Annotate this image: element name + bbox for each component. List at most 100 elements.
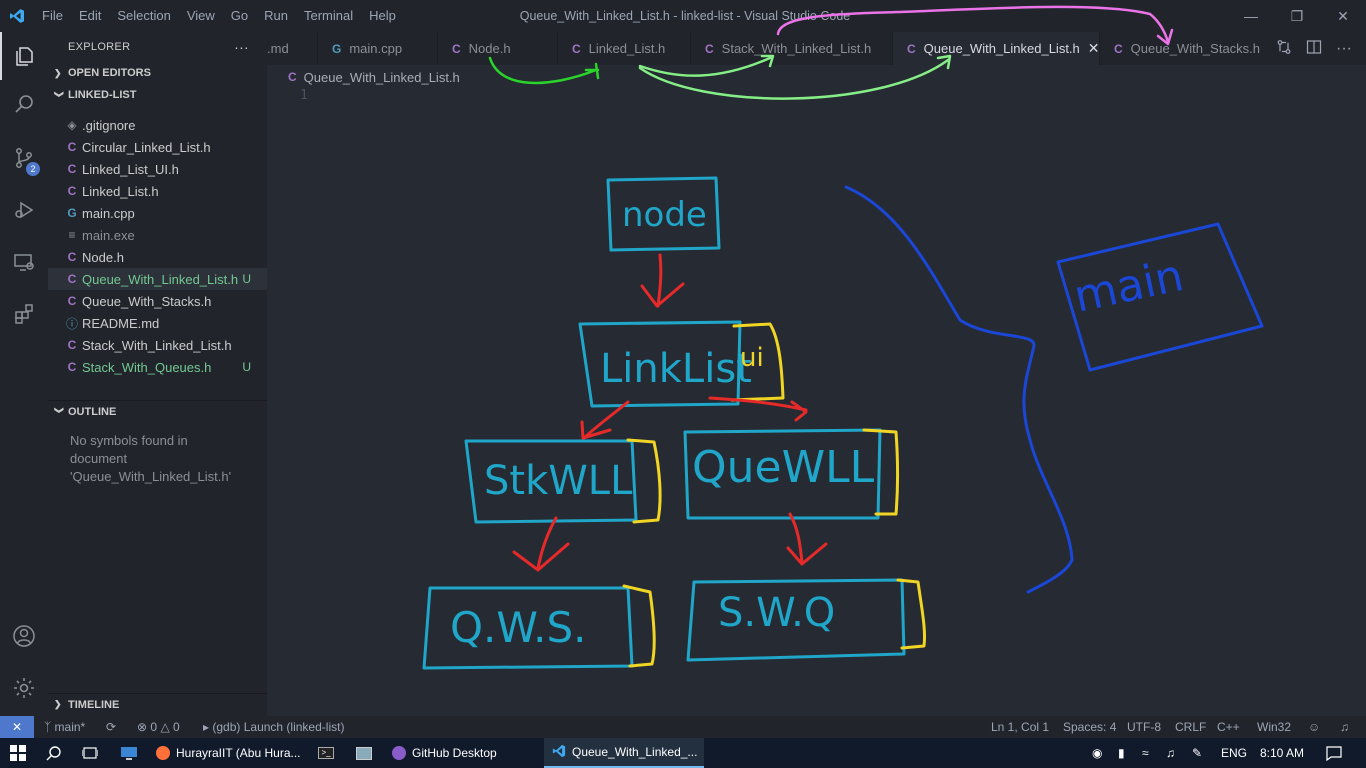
pen-tray-icon[interactable]: ✎ xyxy=(1192,738,1202,768)
search-icon[interactable] xyxy=(0,80,48,128)
file-name: main.cpp xyxy=(82,205,135,221)
timeline-label: TIMELINE xyxy=(68,698,120,711)
menu-selection[interactable]: Selection xyxy=(109,0,178,32)
photos-app-icon[interactable] xyxy=(356,738,372,768)
taskbar-github-desktop[interactable]: GitHub Desktop xyxy=(386,738,536,768)
file-item-queue-with-stacks[interactable]: C Queue_With_Stacks.h xyxy=(48,290,267,312)
debug-launch[interactable]: ▸ (gdb) Launch (linked-list) xyxy=(203,716,344,738)
compare-changes-icon[interactable] xyxy=(1276,39,1292,58)
swq-box xyxy=(686,578,906,662)
file-item-main-exe[interactable]: ≡ main.exe xyxy=(48,224,267,246)
menu-help[interactable]: Help xyxy=(361,0,404,32)
tab-node-h[interactable]: C Node.h xyxy=(438,32,558,65)
open-editors-label: OPEN EDITORS xyxy=(68,67,151,79)
info-icon: ⓘ xyxy=(65,316,78,331)
remote-indicator-icon[interactable]: ✕ xyxy=(0,716,34,738)
vscode-logo-icon xyxy=(0,0,34,32)
folder-label: LINKED-LIST xyxy=(68,89,137,101)
file-item-stack-with-queues[interactable]: C Stack_With_Queues.h U xyxy=(48,356,267,378)
file-item-queue-with-linked-list[interactable]: C Queue_With_Linked_List.h U xyxy=(48,268,267,290)
action-center-icon[interactable] xyxy=(1326,738,1342,768)
file-item-stack-with-linked-list[interactable]: C Stack_With_Linked_List.h xyxy=(48,334,267,356)
breadcrumb[interactable]: C Queue_With_Linked_List.h xyxy=(288,66,460,88)
problems-indicator[interactable]: ⊗ 0 △ 0 xyxy=(137,716,180,738)
taskbar-vscode[interactable]: Queue_With_Linked_... xyxy=(544,738,704,768)
close-window-button[interactable]: ✕ xyxy=(1320,0,1366,32)
restore-button[interactable]: ❐ xyxy=(1274,0,1320,32)
tab-queue-with-stacks-h[interactable]: C Queue_With_Stacks.h xyxy=(1100,32,1260,65)
outline-section[interactable]: ❯ OUTLINE xyxy=(48,400,267,422)
sync-icon[interactable]: ⟳ xyxy=(106,716,116,738)
taskbar-firefox[interactable]: HurayraIIT (Abu Hura... xyxy=(150,738,310,768)
desktop-app-icon[interactable] xyxy=(120,738,138,768)
windows-start-icon[interactable] xyxy=(10,738,26,768)
file-item-gitignore[interactable]: ◈ .gitignore xyxy=(48,114,267,136)
tab-label: Linked_List.h xyxy=(588,41,666,56)
menu-edit[interactable]: Edit xyxy=(71,0,109,32)
clock[interactable]: 8:10 AM xyxy=(1260,738,1304,768)
extensions-icon[interactable] xyxy=(0,290,48,338)
terminal-icon[interactable]: >_ xyxy=(318,738,334,768)
input-language[interactable]: ENG xyxy=(1221,738,1247,768)
feedback-icon[interactable]: ☺ xyxy=(1308,716,1320,738)
settings-gear-icon[interactable] xyxy=(0,664,48,712)
c-file-icon: C xyxy=(452,41,461,56)
menu-file[interactable]: File xyxy=(34,0,71,32)
search-icon[interactable] xyxy=(46,738,62,768)
c-file-icon: C xyxy=(67,250,77,264)
tab-queue-with-linked-list-h[interactable]: C Queue_With_Linked_List.h ✕ xyxy=(893,32,1100,65)
file-item-linked-list-ui[interactable]: C Linked_List_UI.h xyxy=(48,158,267,180)
file-item-main-cpp[interactable]: G main.cpp xyxy=(48,202,267,224)
line-ending[interactable]: CRLF xyxy=(1175,716,1206,738)
menu-run[interactable]: Run xyxy=(256,0,296,32)
wifi-tray-icon[interactable]: ≈ xyxy=(1142,738,1149,768)
file-item-linked-list[interactable]: C Linked_List.h xyxy=(48,180,267,202)
menu-view[interactable]: View xyxy=(179,0,223,32)
language-mode[interactable]: C++ xyxy=(1217,716,1240,738)
qws-label: Q.W.S. xyxy=(450,603,586,652)
file-item-circular-linked-list[interactable]: C Circular_Linked_List.h xyxy=(48,136,267,158)
task-view-icon[interactable] xyxy=(82,738,98,768)
volume-tray-icon[interactable]: ♫ xyxy=(1166,738,1175,768)
open-editors-section[interactable]: ❯ OPEN EDITORS xyxy=(48,62,267,84)
close-tab-icon[interactable]: ✕ xyxy=(1088,40,1100,57)
timeline-section[interactable]: ❯ TIMELINE xyxy=(48,693,267,715)
menu-terminal[interactable]: Terminal xyxy=(296,0,361,32)
notifications-bell-icon[interactable]: ♫ xyxy=(1340,716,1349,738)
node-box xyxy=(606,176,721,252)
split-editor-icon[interactable] xyxy=(1306,39,1322,58)
more-actions-icon[interactable]: ··· xyxy=(1336,40,1352,58)
minimize-button[interactable]: — xyxy=(1228,0,1274,32)
github-desktop-icon xyxy=(392,746,406,760)
error-count: 0 xyxy=(150,720,158,734)
source-control-icon[interactable]: 2 xyxy=(0,134,48,182)
folder-section[interactable]: ❯ LINKED-LIST xyxy=(48,84,267,106)
discord-tray-icon[interactable]: ◉ xyxy=(1092,738,1102,768)
platform[interactable]: Win32 xyxy=(1257,716,1291,738)
main-label: main xyxy=(1070,250,1188,323)
file-item-readme[interactable]: ⓘ README.md xyxy=(48,312,267,334)
tab-stack-with-linked-list-h[interactable]: C Stack_With_Linked_List.h xyxy=(691,32,893,65)
account-icon[interactable] xyxy=(0,612,48,660)
error-icon: ⊗ xyxy=(137,720,148,734)
outline-empty-message: No symbols found in document 'Queue_With… xyxy=(48,422,267,496)
menu-go[interactable]: Go xyxy=(223,0,256,32)
explorer-icon[interactable] xyxy=(0,32,48,80)
tab-main-cpp[interactable]: G main.cpp xyxy=(318,32,438,65)
cursor-position[interactable]: Ln 1, Col 1 xyxy=(991,716,1049,738)
battery-tray-icon[interactable]: ▮ xyxy=(1118,738,1125,768)
file-name: Stack_With_Queues.h xyxy=(82,359,212,375)
firefox-icon xyxy=(156,746,170,760)
remote-explorer-icon[interactable] xyxy=(0,238,48,286)
tab-md[interactable]: .md xyxy=(267,32,318,65)
outline-msg-line: document xyxy=(70,451,128,466)
quewll-yellow xyxy=(862,428,899,516)
branch-indicator[interactable]: ᛉ main* xyxy=(44,716,85,738)
encoding[interactable]: UTF-8 xyxy=(1127,716,1161,738)
run-debug-icon[interactable] xyxy=(0,186,48,234)
indentation[interactable]: Spaces: 4 xyxy=(1063,716,1116,738)
chevron-down-icon: ❯ xyxy=(54,406,65,415)
file-item-node[interactable]: C Node.h xyxy=(48,246,267,268)
tab-linked-list-h[interactable]: C Linked_List.h xyxy=(558,32,691,65)
explorer-more-button[interactable]: ··· xyxy=(234,39,249,55)
